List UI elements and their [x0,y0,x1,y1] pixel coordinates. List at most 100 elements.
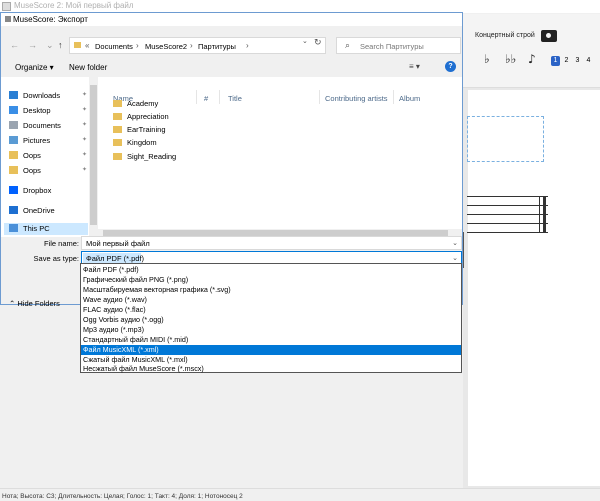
tie-icon[interactable]: ♪ [528,52,536,66]
column-divider[interactable] [393,90,394,104]
chevron-down-icon[interactable]: ⌄ [452,239,458,247]
navigation-bar: ← → ⌄ ↑ « Documents › MuseScore2 › Парти… [1,34,462,56]
breadcrumb-documents[interactable]: Documents [95,42,133,51]
back-icon[interactable]: ← [10,40,19,50]
folder-name: EarTraining [127,125,166,134]
flat-icon[interactable]: ♭ [484,52,490,66]
nav-item-label: OneDrive [23,206,55,215]
file-type-option[interactable]: Несжатый файл MuseScore (*.mscx) [81,364,461,374]
nav-scrollbar[interactable] [89,77,98,237]
nav-item-oops[interactable]: Oops ✦ [9,150,95,162]
file-name-field[interactable]: Мой первый файл ⌄ [81,236,462,250]
voice-1-button[interactable]: 1 [551,56,560,66]
refresh-icon[interactable]: ↻ [314,37,322,48]
file-type-option[interactable]: Ogg Vorbis аудио (*.ogg) [81,315,461,325]
search-placeholder: Search Партитуры [360,42,424,51]
file-type-option[interactable]: Стандартный файл MIDI (*.mid) [81,335,461,345]
nav-item-onedrive[interactable]: OneDrive [9,205,95,217]
file-name-label: File name: [43,239,79,248]
search-input[interactable]: ⌕ Search Партитуры [336,37,461,54]
file-type-option[interactable]: Mp3 аудио (*.mp3) [81,325,461,335]
dialog-icon [5,16,11,22]
title-frame[interactable] [467,116,544,162]
nav-item-dropbox[interactable]: Dropbox [9,185,95,197]
documents-icon [9,121,18,129]
folder-name: Appreciation [127,112,169,121]
musescore-icon [2,2,11,11]
staff[interactable] [467,196,548,233]
view-options-icon[interactable]: ≡ ▾ [409,62,420,71]
forward-icon[interactable]: → [28,40,37,50]
nav-item-documents[interactable]: Documents ✦ [9,120,95,132]
file-type-option[interactable]: Файл PDF (*.pdf) [81,265,461,275]
chevron-down-icon[interactable]: ⌄ [452,254,458,262]
chevron-right-icon: › [190,41,193,50]
folder-icon [9,151,18,159]
app-toolbar [463,14,600,88]
concert-pitch-toggle[interactable]: Концертный строй [475,32,535,39]
dialog-titlebar: MuseScore: Экспорт [1,13,462,26]
dialog-title: MuseScore: Экспорт [13,15,88,24]
desktop-icon [9,106,18,114]
up-icon[interactable]: ↑ [58,40,63,50]
voice-4-button[interactable]: 4 [584,56,593,66]
double-flat-icon[interactable]: ♭♭ [505,52,516,66]
column-album[interactable]: Album [399,94,420,103]
nav-item-oops[interactable]: Oops ✦ [9,165,95,177]
status-bar: Нота; Высота: C3; Длительность: Целая; Г… [0,488,600,501]
help-icon[interactable]: ? [445,61,456,72]
download-icon [9,91,18,99]
scrollbar-thumb[interactable] [90,85,97,225]
breadcrumb-musescore2[interactable]: MuseScore2 [145,42,187,51]
chevron-right-icon: › [246,41,249,50]
app-title: MuseScore 2: Мой первый файл [14,1,134,10]
camera-icon[interactable] [541,30,557,42]
column-contributing-artists[interactable]: Contributing artists [325,94,388,103]
file-type-option[interactable]: Wave аудио (*.wav) [81,295,461,305]
file-type-dropdown: Файл PDF (*.pdf) Графический файл PNG (*… [80,263,462,373]
hide-folders-label: Hide Folders [17,299,60,308]
nav-item-label: Pictures [23,136,51,145]
folder-name: Academy [127,99,159,108]
folder-row-kingdom[interactable]: Kingdom [113,137,233,149]
folder-row-sight-reading[interactable]: Sight_Reading [113,151,233,163]
breadcrumb-partitury[interactable]: Партитуры [198,42,236,51]
file-type-option[interactable]: FLAC аудио (*.flac) [81,305,461,315]
file-type-option[interactable]: Графический файл PNG (*.png) [81,275,461,285]
organize-button[interactable]: Organize ▾ [15,63,54,72]
voice-3-button[interactable]: 3 [573,56,582,66]
pin-icon: ✦ [82,92,88,98]
folder-row-appreciation[interactable]: Appreciation [113,111,233,123]
chevron-right-icon: › [136,41,139,50]
folder-name: Kingdom [127,138,157,147]
export-dialog: MuseScore: Экспорт ← → ⌄ ↑ « Documents ›… [0,12,463,308]
column-divider[interactable] [319,90,320,104]
nav-item-pictures[interactable]: Pictures ✦ [9,135,95,147]
pin-icon: ✦ [82,167,88,173]
folder-icon [113,113,122,120]
nav-item-label: Downloads [23,91,61,100]
nav-item-downloads[interactable]: Downloads ✦ [9,90,95,102]
file-type-option[interactable]: Масштабируемая векторная графика (*.svg) [81,285,461,295]
nav-item-desktop[interactable]: Desktop ✦ [9,105,95,117]
hide-folders-button[interactable]: ⌃ Hide Folders [9,299,60,308]
nav-item-this-pc[interactable]: This PC [4,223,88,235]
address-bar[interactable]: « Documents › MuseScore2 › Партитуры › [69,37,326,54]
search-icon: ⌕ [345,40,351,50]
nav-item-label: Desktop [23,106,51,115]
pictures-icon [9,136,18,144]
save-as-type-label: Save as type: [33,254,79,263]
recent-locations-icon[interactable]: ⌄ [46,40,54,51]
new-folder-button[interactable]: New folder [69,63,107,72]
chevron-icon: « [85,41,90,50]
nav-item-label: Dropbox [23,186,52,195]
nav-item-label: Documents [23,121,61,130]
voice-2-button[interactable]: 2 [562,56,571,66]
file-type-option-selected[interactable]: Файл MusicXML (*.xml) [81,345,461,355]
folder-name: Sight_Reading [127,152,177,161]
dropbox-icon [9,186,18,194]
folder-icon [113,139,122,146]
folder-row-eartraining[interactable]: EarTraining [113,124,233,136]
address-dropdown-icon[interactable]: ⌄ [302,37,308,45]
folder-row-academy[interactable]: Academy [113,98,233,110]
